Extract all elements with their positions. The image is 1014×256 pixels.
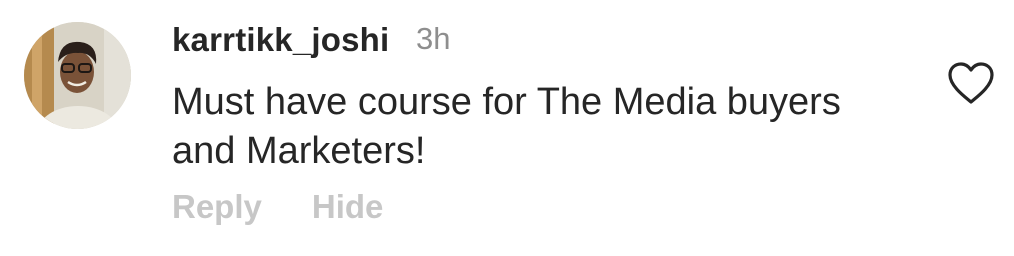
comment-text: Must have course for The Media buyers an… xyxy=(172,81,841,172)
comment-actions: Reply Hide xyxy=(172,186,383,228)
comment-timestamp: 3h xyxy=(416,21,451,56)
reply-button[interactable]: Reply xyxy=(172,186,262,228)
hide-button[interactable]: Hide xyxy=(312,186,384,228)
like-button[interactable] xyxy=(946,60,996,106)
comment-username[interactable]: karrtikk_joshi xyxy=(172,20,389,60)
avatar[interactable] xyxy=(24,22,131,129)
comment-item: karrtikk_joshi 3h Must have course for T… xyxy=(0,0,1014,256)
avatar-image xyxy=(24,22,131,129)
heart-outline-icon xyxy=(948,62,994,104)
